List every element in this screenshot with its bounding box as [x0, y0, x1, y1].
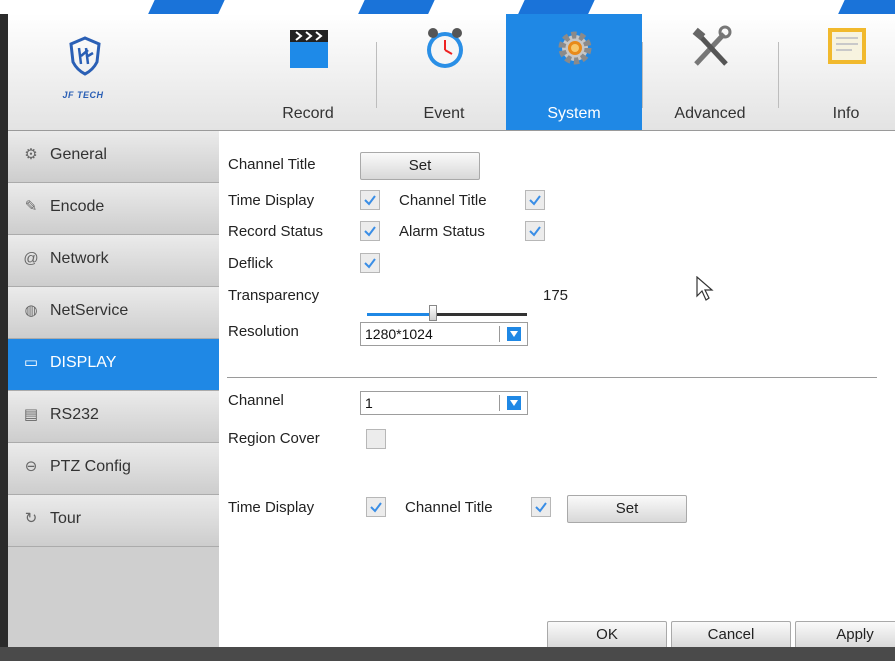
at-icon: @	[23, 250, 39, 267]
cancel-button[interactable]: Cancel	[671, 621, 791, 649]
bottom-bar	[0, 647, 895, 661]
sidebar-item-label: Network	[50, 250, 109, 267]
monitor-info-icon	[828, 28, 866, 64]
channel-label: Channel	[228, 392, 284, 409]
resolution-value: 1280*1024	[365, 326, 433, 342]
sidebar-item-ptz-config[interactable]: ⊖ PTZ Config	[8, 443, 219, 495]
sidebar-item-label: Encode	[50, 198, 105, 215]
channel-title-checkbox[interactable]	[525, 190, 545, 210]
tab-system[interactable]: System	[506, 14, 642, 130]
record-status-checkbox[interactable]	[360, 221, 380, 241]
checkmark-icon	[364, 258, 376, 269]
checkmark-icon	[529, 195, 541, 206]
sidebar-item-general[interactable]: ⚙ General	[8, 131, 219, 183]
resolution-label: Resolution	[228, 323, 299, 340]
sidebar-item-label: RS232	[50, 406, 99, 423]
sidebar-item-encode[interactable]: ✎ Encode	[8, 183, 219, 235]
sidebar: ⚙ General ✎ Encode @ Network ◍ NetServic…	[8, 131, 219, 661]
record-status-label: Record Status	[228, 223, 324, 240]
sidebar-item-netservice[interactable]: ◍ NetService	[8, 287, 219, 339]
channel-select[interactable]: 1	[360, 391, 528, 415]
ok-button[interactable]: OK	[547, 621, 667, 649]
channel-title-checkbox-label: Channel Title	[399, 192, 487, 209]
sidebar-item-rs232[interactable]: ▤ RS232	[8, 391, 219, 443]
tab-record[interactable]: Record	[240, 14, 376, 130]
transparency-label: Transparency	[228, 287, 320, 304]
channel-title-label: Channel Title	[228, 156, 316, 173]
shield-logo-icon	[69, 36, 101, 76]
tab-advanced[interactable]: Advanced	[642, 14, 778, 130]
time-display-label-2: Time Display	[228, 499, 315, 516]
deflick-checkbox[interactable]	[360, 253, 380, 273]
alarm-status-label: Alarm Status	[399, 223, 485, 240]
sidebar-item-label: Tour	[50, 510, 82, 527]
checkmark-icon	[535, 502, 547, 513]
camera-dome-icon: ⊖	[24, 458, 38, 475]
tab-system-label: System	[547, 105, 601, 122]
resolution-select[interactable]: 1280*1024	[360, 322, 528, 346]
checkmark-icon	[364, 226, 376, 237]
alarm-clock-icon	[427, 28, 463, 68]
channel-value: 1	[365, 395, 373, 411]
globe-icon: ◍	[24, 302, 38, 319]
section-divider	[227, 377, 877, 378]
deflick-label: Deflick	[228, 255, 274, 272]
gear-icon: ⚙	[24, 146, 38, 163]
region-cover-label: Region Cover	[228, 430, 320, 447]
sidebar-item-label: DISPLAY	[50, 354, 117, 371]
transparency-slider-handle[interactable]	[429, 305, 437, 321]
tab-event[interactable]: Event	[376, 14, 512, 130]
transparency-value: 175	[543, 287, 569, 304]
serial-port-icon: ▤	[23, 406, 39, 423]
checkmark-icon	[370, 502, 382, 513]
background-strip	[0, 0, 895, 14]
tab-event-label: Event	[423, 105, 465, 122]
time-display-label: Time Display	[228, 192, 315, 209]
sidebar-item-label: General	[50, 146, 107, 163]
channel-title-checkbox-2[interactable]	[531, 497, 551, 517]
gear-icon	[558, 31, 592, 65]
checkmark-icon	[364, 195, 376, 206]
monitor-icon: ▭	[23, 354, 39, 371]
clapperboard-icon	[290, 30, 328, 68]
dvr-settings-window: JF TECH Record Event System Advanced Inf…	[8, 14, 895, 661]
display-settings-panel: Channel Title Set Time Display Channel T…	[219, 131, 895, 661]
sidebar-item-label: NetService	[50, 302, 129, 319]
tab-advanced-label: Advanced	[674, 105, 746, 122]
tools-icon	[692, 25, 732, 66]
region-cover-checkbox[interactable]	[366, 429, 386, 449]
brand-text: JF TECH	[62, 90, 104, 100]
alarm-status-checkbox[interactable]	[525, 221, 545, 241]
channel-title-label-2: Channel Title	[405, 499, 493, 516]
logo: JF TECH	[8, 14, 158, 130]
sidebar-item-tour[interactable]: ↻ Tour	[8, 495, 219, 547]
sidebar-item-label: PTZ Config	[50, 458, 131, 475]
apply-button[interactable]: Apply	[795, 621, 895, 649]
tab-info[interactable]: Info	[778, 14, 895, 130]
sidebar-item-display[interactable]: ▭ DISPLAY	[8, 339, 219, 391]
transparency-slider-fill	[367, 313, 433, 316]
time-display-checkbox[interactable]	[360, 190, 380, 210]
sidebar-item-network[interactable]: @ Network	[8, 235, 219, 287]
region-set-button[interactable]: Set	[567, 495, 687, 523]
chevron-down-icon[interactable]	[507, 396, 521, 410]
time-display-checkbox-2[interactable]	[366, 497, 386, 517]
checkmark-icon	[529, 226, 541, 237]
refresh-icon: ↻	[24, 510, 38, 527]
chevron-down-icon[interactable]	[507, 327, 521, 341]
edit-icon: ✎	[24, 198, 38, 215]
channel-title-set-button[interactable]: Set	[360, 152, 480, 180]
tab-record-label: Record	[282, 105, 334, 122]
top-nav-bar: JF TECH Record Event System Advanced Inf…	[8, 14, 895, 131]
tab-info-label: Info	[832, 105, 860, 122]
mouse-cursor-icon	[696, 276, 714, 301]
